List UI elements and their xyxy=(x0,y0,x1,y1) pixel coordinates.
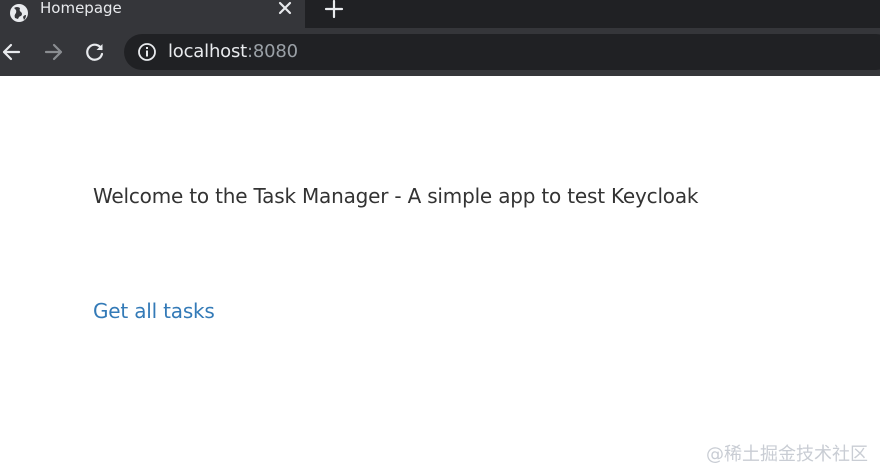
address-bar[interactable]: localhost:8080 xyxy=(124,34,880,70)
reload-icon[interactable] xyxy=(83,40,107,64)
tab-homepage[interactable]: Homepage xyxy=(0,0,305,28)
browser-chrome: Homepage localhost:8080 xyxy=(0,0,880,76)
tab-title: Homepage xyxy=(40,0,122,17)
back-arrow-icon[interactable] xyxy=(0,40,24,64)
close-icon[interactable] xyxy=(276,0,294,18)
url-port: :8080 xyxy=(247,41,298,62)
welcome-message: Welcome to the Task Manager - A simple a… xyxy=(93,184,699,208)
plus-icon[interactable] xyxy=(323,0,345,20)
globe-icon xyxy=(10,4,28,22)
info-icon[interactable] xyxy=(137,42,157,62)
watermark: @稀土掘金技术社区 xyxy=(706,444,868,465)
get-all-tasks-link[interactable]: Get all tasks xyxy=(93,299,215,323)
url-host: localhost xyxy=(168,41,247,62)
url-text[interactable]: localhost:8080 xyxy=(168,41,298,63)
forward-arrow-icon[interactable] xyxy=(42,40,66,64)
toolbar: localhost:8080 xyxy=(0,28,880,76)
tab-strip: Homepage xyxy=(0,0,880,28)
